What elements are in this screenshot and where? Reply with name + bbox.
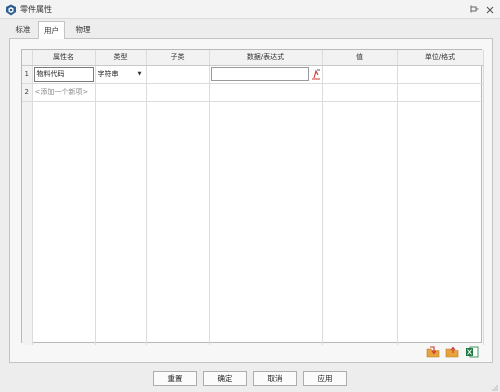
row-number: 1 <box>22 65 33 84</box>
pin-button[interactable] <box>469 4 480 15</box>
ok-button[interactable]: 确定 <box>203 371 247 386</box>
property-grid: 属性名 类型 子类 数据/表达式 值 单位/格式 1 物料代码 字符串 ▼ 2 … <box>21 49 484 345</box>
reset-button[interactable]: 重置 <box>153 371 197 386</box>
property-name-value[interactable]: 物料代码 <box>33 66 94 82</box>
grid-header-row: 属性名 类型 子类 数据/表达式 值 单位/格式 <box>22 50 484 66</box>
app-logo-icon <box>6 4 16 16</box>
property-name-cell[interactable]: 物料代码 <box>32 65 96 84</box>
expression-cell[interactable] <box>209 65 323 84</box>
expression-input[interactable] <box>210 67 309 81</box>
excel-icon[interactable] <box>465 346 479 358</box>
close-button[interactable] <box>484 4 495 15</box>
unit-cell[interactable] <box>397 65 484 84</box>
empty-cell <box>32 101 96 345</box>
column-header-expression[interactable]: 数据/表达式 <box>209 50 323 66</box>
resize-grip-icon[interactable] <box>491 384 498 391</box>
tab-user[interactable]: 用户 <box>38 21 65 39</box>
dropdown-arrow-icon[interactable]: ▼ <box>138 71 142 77</box>
row-number: 2 <box>22 83 33 102</box>
export-folder-icon[interactable] <box>445 346 459 358</box>
empty-cell <box>209 101 323 345</box>
type-dropdown[interactable]: 字符串 ▼ <box>95 65 147 84</box>
formula-editor-icon[interactable] <box>311 68 321 80</box>
column-header-name[interactable]: 属性名 <box>32 50 96 66</box>
empty-cell <box>95 101 147 345</box>
subtype-cell[interactable] <box>146 83 210 102</box>
empty-cell <box>322 101 398 345</box>
value-cell[interactable] <box>322 65 398 84</box>
column-header-value[interactable]: 值 <box>322 50 398 66</box>
row-number-header <box>22 50 33 66</box>
table-row: 1 物料代码 字符串 ▼ <box>22 65 484 84</box>
expression-cell[interactable] <box>209 83 323 102</box>
title-bar: 零件属性 <box>0 0 500 19</box>
type-cell[interactable] <box>95 83 147 102</box>
add-new-item-cell[interactable]: <添加一个新项> <box>32 83 96 102</box>
value-cell[interactable] <box>322 83 398 102</box>
type-value: 字符串 <box>97 70 119 78</box>
window-title: 零件属性 <box>20 5 52 14</box>
tab-standard[interactable]: 标准 <box>12 23 34 38</box>
cancel-button[interactable]: 取消 <box>253 371 297 386</box>
tab-bar: 标准 用户 物理 <box>0 21 500 39</box>
empty-cell <box>146 101 210 345</box>
subtype-cell[interactable] <box>146 65 210 84</box>
pin-icon <box>470 5 479 13</box>
close-icon <box>486 6 493 13</box>
column-header-type[interactable]: 类型 <box>95 50 147 66</box>
apply-button[interactable]: 应用 <box>303 371 347 386</box>
column-header-unit[interactable]: 单位/格式 <box>397 50 484 66</box>
tab-content-panel: 属性名 类型 子类 数据/表达式 值 单位/格式 1 物料代码 字符串 ▼ 2 … <box>9 38 493 363</box>
table-row: 2 <添加一个新项> <box>22 83 484 102</box>
tab-physical[interactable]: 物理 <box>70 23 96 38</box>
row-number-filler <box>22 101 33 345</box>
unit-cell[interactable] <box>397 83 484 102</box>
empty-cell <box>397 101 484 345</box>
import-folder-icon[interactable] <box>426 346 440 358</box>
column-header-subtype[interactable]: 子类 <box>146 50 210 66</box>
grid-empty-area <box>22 101 484 345</box>
